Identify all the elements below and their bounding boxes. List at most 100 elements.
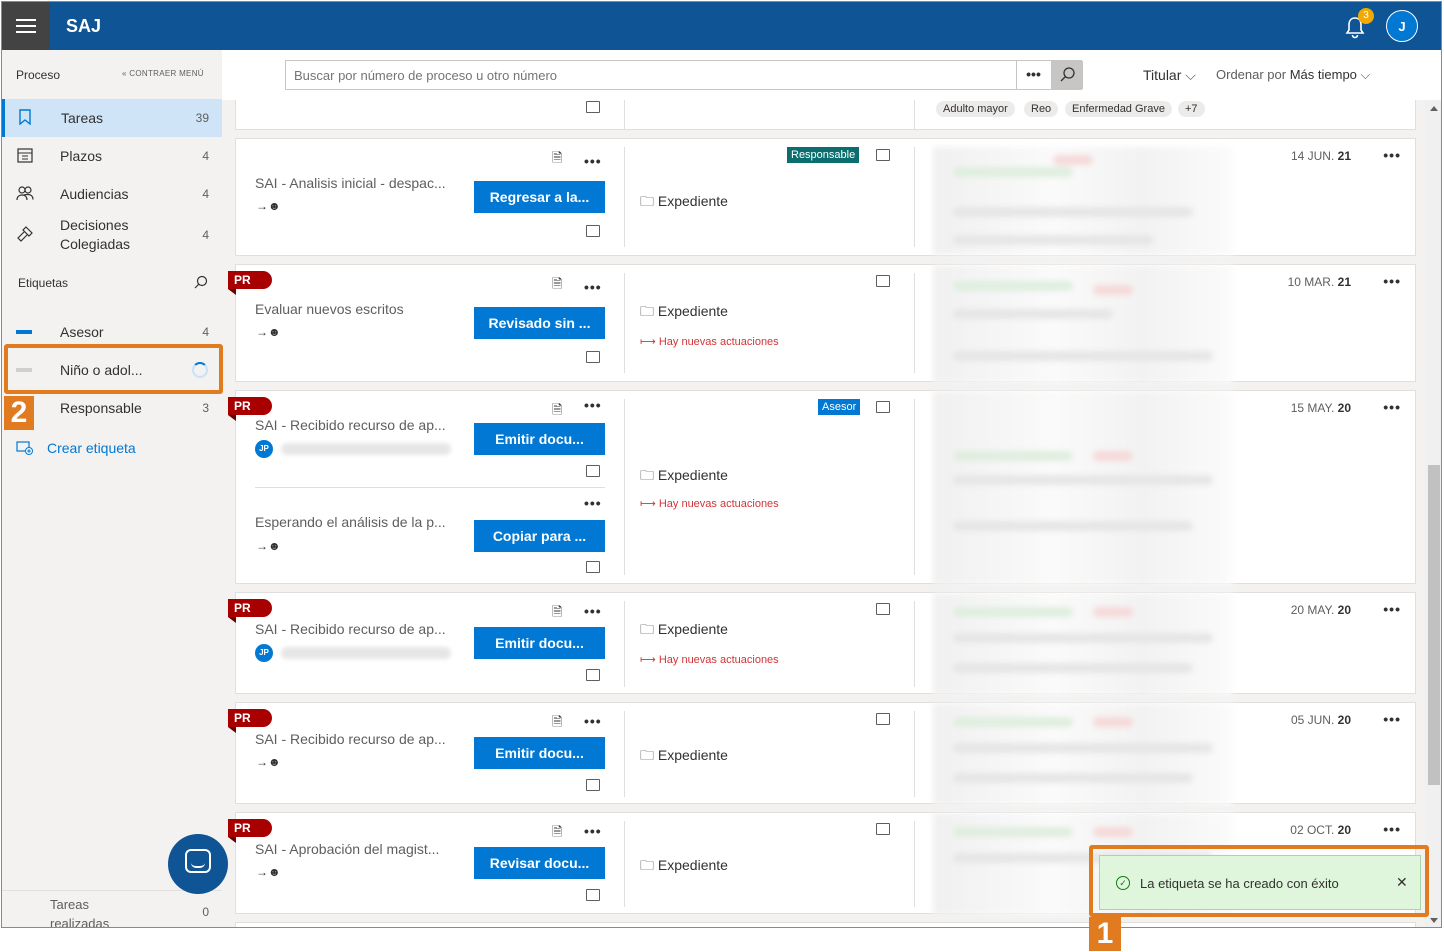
search-button[interactable] — [1051, 61, 1083, 89]
task-title[interactable]: SAI - Recibido recurso de ap... — [255, 621, 453, 637]
tag-chip[interactable]: Reo — [1024, 101, 1059, 117]
add-note-icon[interactable] — [876, 823, 890, 835]
user-avatar[interactable]: J — [1386, 10, 1418, 42]
task-card[interactable] — [235, 922, 1416, 927]
task-action-button[interactable]: Copiar para ... — [474, 520, 605, 552]
scrollbar-thumb[interactable] — [1428, 465, 1440, 785]
task-action-button[interactable]: Emitir docu... — [474, 423, 605, 455]
tag-item-responsable[interactable]: Responsable 3 — [2, 389, 222, 427]
tasks-done-count: 0 — [202, 905, 209, 919]
add-note-icon[interactable] — [876, 275, 890, 287]
task-action-button[interactable]: Emitir docu... — [474, 627, 605, 659]
add-note-icon[interactable] — [586, 101, 600, 113]
more-options-icon[interactable]: ••• — [584, 495, 602, 511]
more-options-icon[interactable]: ••• — [1383, 821, 1401, 837]
assign-person-icon[interactable]: →☻ — [256, 325, 281, 339]
order-dropdown[interactable]: Ordenar por Más tiempo ⌵ — [1216, 67, 1370, 83]
add-note-icon[interactable] — [586, 889, 600, 901]
new-actions-link[interactable]: ⟼ Hay nuevas actuaciones — [640, 653, 779, 666]
add-note-icon[interactable] — [876, 401, 890, 413]
task-card[interactable]: Adulto mayor Reo Enfermedad Grave +7 — [235, 100, 1416, 130]
tag-chip[interactable]: Enfermedad Grave — [1065, 101, 1172, 117]
scroll-down-icon[interactable] — [1430, 918, 1438, 923]
priority-badge: PR — [228, 397, 272, 421]
add-note-icon[interactable] — [586, 225, 600, 237]
task-card[interactable]: SAI - Analisis inicial - despac... →☻ Re… — [235, 138, 1416, 256]
tag-chip[interactable]: +7 — [1178, 101, 1205, 117]
sidebar-header: Proceso — [16, 68, 61, 82]
collapse-menu-button[interactable]: « CONTRAER MENÚ — [122, 69, 204, 78]
add-note-icon[interactable] — [586, 561, 600, 573]
search-input[interactable] — [286, 61, 1016, 89]
expediente-link[interactable]: 🗀 Expediente — [640, 855, 728, 879]
sidebar-item-tareas[interactable]: Tareas 39 — [2, 99, 222, 137]
more-options-icon[interactable]: ••• — [1383, 711, 1401, 727]
add-note-icon[interactable] — [586, 465, 600, 477]
more-options-icon[interactable]: ••• — [1383, 399, 1401, 415]
document-icon[interactable]: 🗎 — [552, 401, 562, 423]
task-card[interactable]: PR SAI - Recibido recurso de ap... JP Em… — [228, 390, 1416, 585]
more-options-icon[interactable]: ••• — [584, 603, 602, 619]
more-options-icon[interactable]: ••• — [584, 823, 602, 839]
hamburger-menu-icon[interactable] — [2, 2, 50, 50]
create-tag-link[interactable]: Crear etiqueta — [47, 440, 136, 456]
assign-person-icon[interactable]: →☻ — [256, 755, 281, 769]
assign-person-icon[interactable]: →☻ — [256, 539, 281, 553]
task-title[interactable]: SAI - Aprobación del magist... — [255, 841, 453, 857]
more-options-icon[interactable]: ••• — [584, 279, 602, 295]
assignee-avatar[interactable]: JP — [255, 644, 273, 662]
assign-person-icon[interactable]: →☻ — [256, 199, 281, 213]
task-title[interactable]: Evaluar nuevos escritos — [255, 301, 453, 317]
document-icon[interactable]: 🗎 — [552, 713, 562, 735]
add-note-icon[interactable] — [586, 669, 600, 681]
add-note-icon[interactable] — [876, 149, 890, 161]
add-note-icon[interactable] — [586, 351, 600, 363]
task-title[interactable]: SAI - Recibido recurso de ap... — [255, 417, 453, 433]
new-actions-link[interactable]: ⟼ Hay nuevas actuaciones — [640, 335, 779, 348]
sidebar-item-decisiones[interactable]: Decisiones Colegiadas 4 — [2, 213, 222, 257]
document-icon[interactable]: 🗎 — [552, 275, 562, 297]
search-icon[interactable] — [194, 275, 208, 289]
filter-dropdown[interactable]: Titular ⌵ — [1143, 67, 1196, 84]
expediente-link[interactable]: 🗀 Expediente — [640, 301, 728, 325]
search-options-button[interactable]: ••• — [1016, 61, 1050, 89]
document-icon[interactable]: 🗎 — [552, 603, 562, 625]
more-options-icon[interactable]: ••• — [1383, 601, 1401, 617]
more-options-icon[interactable]: ••• — [1383, 273, 1401, 289]
expediente-link[interactable]: 🗀 Expediente — [640, 619, 728, 643]
toolbar: ••• Titular ⌵ Ordenar por Más tiempo ⌵ — [222, 50, 1441, 100]
task-card[interactable]: PR SAI - Recibido recurso de ap... JP Em… — [228, 592, 1416, 695]
add-note-icon[interactable] — [586, 779, 600, 791]
chat-support-button[interactable] — [168, 834, 228, 894]
sidebar-item-plazos[interactable]: Plazos 4 — [2, 137, 222, 175]
add-note-icon[interactable] — [876, 713, 890, 725]
date-day: 02 OCT. — [1290, 823, 1335, 837]
expediente-link[interactable]: 🗀 Expediente — [640, 745, 728, 769]
task-card[interactable]: PR Evaluar nuevos escritos →☻ Revisado s… — [228, 264, 1416, 383]
task-action-button[interactable]: Revisado sin ... — [474, 307, 605, 339]
assignee-avatar[interactable]: JP — [255, 440, 273, 458]
task-action-button[interactable]: Emitir docu... — [474, 737, 605, 769]
task-title[interactable]: SAI - Analisis inicial - despac... — [255, 175, 453, 191]
new-actions-link[interactable]: ⟼ Hay nuevas actuaciones — [640, 497, 779, 510]
scrollbar[interactable] — [1425, 100, 1441, 927]
task-card[interactable]: PR SAI - Recibido recurso de ap... →☻ Em… — [228, 702, 1416, 805]
tasks-done-section[interactable]: Tareas realizadas 0 — [2, 890, 222, 927]
more-options-icon[interactable]: ••• — [584, 153, 602, 169]
add-note-icon[interactable] — [876, 603, 890, 615]
document-icon[interactable]: 🗎 — [552, 823, 562, 845]
document-icon[interactable]: 🗎 — [552, 149, 562, 171]
sidebar-item-audiencias[interactable]: Audiencias 4 — [2, 175, 222, 213]
expediente-link[interactable]: 🗀 Expediente — [640, 191, 728, 215]
expediente-link[interactable]: 🗀 Expediente — [640, 465, 728, 489]
task-subtitle[interactable]: Esperando el análisis de la p... — [255, 514, 453, 530]
assign-person-icon[interactable]: →☻ — [256, 865, 281, 879]
scroll-up-icon[interactable] — [1430, 106, 1438, 111]
task-action-button[interactable]: Revisar docu... — [474, 847, 605, 879]
more-options-icon[interactable]: ••• — [1383, 147, 1401, 163]
more-options-icon[interactable]: ••• — [584, 713, 602, 729]
more-options-icon[interactable]: ••• — [584, 397, 602, 413]
task-action-button[interactable]: Regresar a la... — [474, 181, 605, 213]
tag-chip[interactable]: Adulto mayor — [936, 101, 1015, 117]
task-title[interactable]: SAI - Recibido recurso de ap... — [255, 731, 453, 747]
